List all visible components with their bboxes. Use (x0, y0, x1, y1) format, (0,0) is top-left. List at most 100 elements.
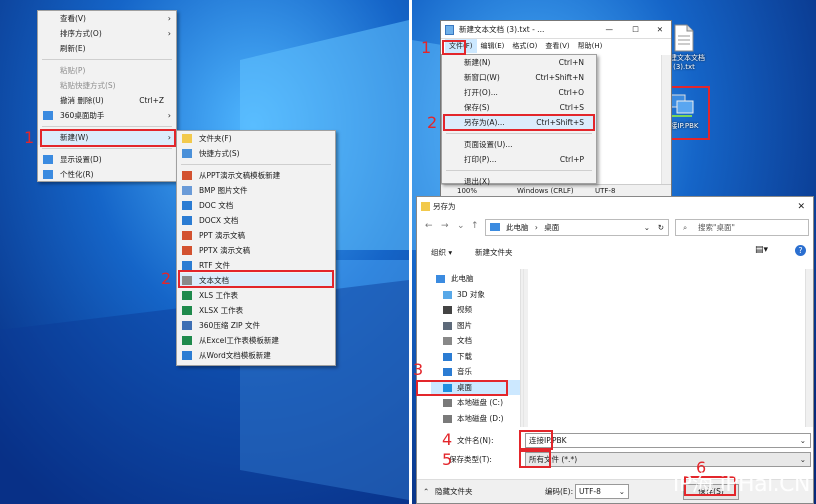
savetype-select[interactable]: 所有文件 (*.*) ⌄ (525, 452, 811, 467)
menu-item[interactable]: XLSX 工作表 (177, 303, 335, 318)
menu-item-label: 新建(N) (464, 58, 491, 67)
menu-item[interactable]: 新窗口(W) Ctrl+Shift+N (442, 70, 596, 85)
filename-row: 文件名(N): 连接IP.PBK ⌄ (417, 433, 813, 449)
3d-objects-icon (443, 290, 452, 299)
chevron-right-icon: › (167, 111, 171, 120)
close-icon[interactable]: ✕ (797, 197, 805, 217)
nav-item[interactable]: 下载 (431, 349, 523, 365)
nav-item[interactable]: 本地磁盘 (C:) (431, 395, 523, 411)
txt-file-icon (674, 24, 694, 52)
help-icon[interactable]: ? (795, 245, 806, 256)
maximize-icon[interactable]: ☐ (632, 21, 639, 39)
menu-item[interactable]: 从PPT演示文稿模板新建 (177, 168, 335, 183)
menu-item[interactable]: 排序方式(O) › (38, 26, 176, 41)
menu-separator (181, 164, 331, 165)
breadcrumb-desktop[interactable]: 桌面 (544, 223, 559, 232)
nav-item[interactable]: 文档 (431, 333, 523, 349)
ppt-icon (182, 231, 192, 240)
notepad-menu-4[interactable]: 帮助(H) (574, 39, 607, 53)
file-list-scrollbar[interactable] (805, 269, 813, 427)
file-list[interactable] (523, 269, 805, 427)
menu-item[interactable]: 从Excel工作表模板新建 (177, 333, 335, 348)
minimize-icon[interactable]: — (606, 21, 614, 39)
step-number-2: 2 (161, 269, 172, 288)
step1-highlight (40, 129, 176, 147)
nav-item[interactable]: 3D 对象 (431, 287, 523, 303)
close-icon[interactable]: ✕ (657, 21, 663, 39)
chevron-down-icon[interactable]: ⌄ (644, 220, 650, 235)
address-bar[interactable]: 此电脑 › 桌面 ⌄ ↻ (485, 219, 669, 236)
menu-item[interactable]: 撤消 删除(U) Ctrl+Z (38, 93, 176, 108)
chevron-down-icon[interactable]: ⌄ (800, 453, 806, 466)
menu-item[interactable]: XLS 工作表 (177, 288, 335, 303)
chevron-up-icon[interactable]: ⌃ (423, 480, 429, 504)
menu-item-shortcut: Ctrl+Shift+N (535, 73, 584, 82)
menu-item[interactable]: 360桌面助手 › (38, 108, 176, 123)
menu-separator (446, 170, 592, 171)
video-icon (443, 306, 452, 314)
nav-item[interactable]: 音乐 (431, 364, 523, 380)
menu-item-label: 打印(P)... (464, 155, 497, 164)
rtf-icon (182, 261, 192, 270)
forward-icon[interactable]: → (441, 221, 449, 231)
chevron-right-icon: › (167, 14, 171, 23)
menu-item[interactable]: 打开(O)... Ctrl+O (442, 85, 596, 100)
step3-highlight (416, 380, 508, 396)
notepad-menu-2[interactable]: 格式(O) (508, 39, 541, 53)
menu-item[interactable]: 退出(X) (442, 174, 596, 189)
right-desktop-screenshot: 新建文本文档 (3).txt 连接IP.PBK 新建文本文档 (3).txt -… (412, 0, 816, 504)
nav-item-label: 图片 (457, 320, 472, 330)
notepad-menu-3[interactable]: 查看(V) (541, 39, 573, 53)
up-icon[interactable]: ↑ (471, 221, 479, 231)
folder-icon (421, 202, 430, 211)
chevron-down-icon[interactable]: ⌄ (800, 434, 806, 447)
menu-item-label: 撤消 删除(U) (60, 96, 104, 105)
menu-item[interactable]: PPTX 演示文稿 (177, 243, 335, 258)
pptx-icon (182, 246, 192, 255)
menu-item[interactable]: DOCX 文档 (177, 213, 335, 228)
menu-item[interactable]: 个性化(R) (38, 167, 176, 182)
bmp-icon (182, 186, 192, 195)
save-as-dialog: 另存为 ✕ ← → ⌄ ↑ 此电脑 › 桌面 ⌄ ↻ ⌕ 搜索"桌面" 组织 ▾… (416, 196, 814, 504)
new-folder-button[interactable]: 新建文件夹 (475, 247, 513, 258)
view-options-icon[interactable]: ▤▾ (755, 245, 768, 255)
menu-item[interactable]: 360压缩 ZIP 文件 (177, 318, 335, 333)
menu-item[interactable]: 查看(V) › (38, 11, 176, 26)
filename-input[interactable]: 连接IP.PBK ⌄ (525, 433, 811, 448)
menu-item[interactable]: PPT 演示文稿 (177, 228, 335, 243)
watermark: IP海 iPHai.CN (672, 472, 811, 497)
menu-item[interactable]: 快捷方式(S) (177, 146, 335, 161)
menu-item[interactable]: 保存(S) Ctrl+S (442, 100, 596, 115)
notepad-scrollbar[interactable] (661, 55, 671, 185)
menu-item[interactable]: BMP 图片文件 (177, 183, 335, 198)
back-icon[interactable]: ← (425, 221, 433, 231)
menu-item[interactable]: 从Word文档模板新建 (177, 348, 335, 363)
menu-item-label: 文件夹(F) (199, 134, 232, 143)
search-input[interactable]: ⌕ 搜索"桌面" (675, 219, 809, 236)
organize-button[interactable]: 组织 ▾ (431, 247, 452, 258)
menu-item[interactable]: 打印(P)... Ctrl+P (442, 152, 596, 167)
menu-item-label: 查看(V) (60, 14, 86, 23)
menu-item[interactable]: 页面设置(U)... (442, 137, 596, 152)
menu-item[interactable]: DOC 文档 (177, 198, 335, 213)
encoding-select[interactable]: UTF-8 ⌄ (575, 484, 629, 499)
menu-item-shortcut: Ctrl+P (559, 155, 584, 164)
nav-item[interactable]: 此电脑 (431, 271, 523, 287)
notepad-menu-1[interactable]: 编辑(E) (477, 39, 509, 53)
refresh-icon[interactable]: ↻ (658, 220, 664, 235)
nav-item[interactable]: 图片 (431, 318, 523, 334)
menu-item[interactable]: 刷新(E) (38, 41, 176, 56)
nav-item[interactable]: 视频 (431, 302, 523, 318)
menu-item-label: BMP 图片文件 (199, 186, 248, 195)
menu-item-label: 个性化(R) (60, 170, 94, 179)
dialog-title: 另存为 (433, 202, 456, 211)
hide-folders-button[interactable]: 隐藏文件夹 (435, 480, 473, 504)
menu-item[interactable]: 显示设置(D) (38, 152, 176, 167)
nav-item-label: 文档 (457, 336, 472, 345)
menu-item[interactable]: 文件夹(F) (177, 131, 335, 146)
nav-item[interactable]: 本地磁盘 (D:) (431, 411, 523, 427)
recent-dropdown-icon[interactable]: ⌄ (457, 221, 465, 231)
filename-label: 文件名(N): (457, 436, 494, 445)
breadcrumb-pc[interactable]: 此电脑 (506, 223, 529, 232)
menu-item[interactable]: 新建(N) Ctrl+N (442, 55, 596, 70)
